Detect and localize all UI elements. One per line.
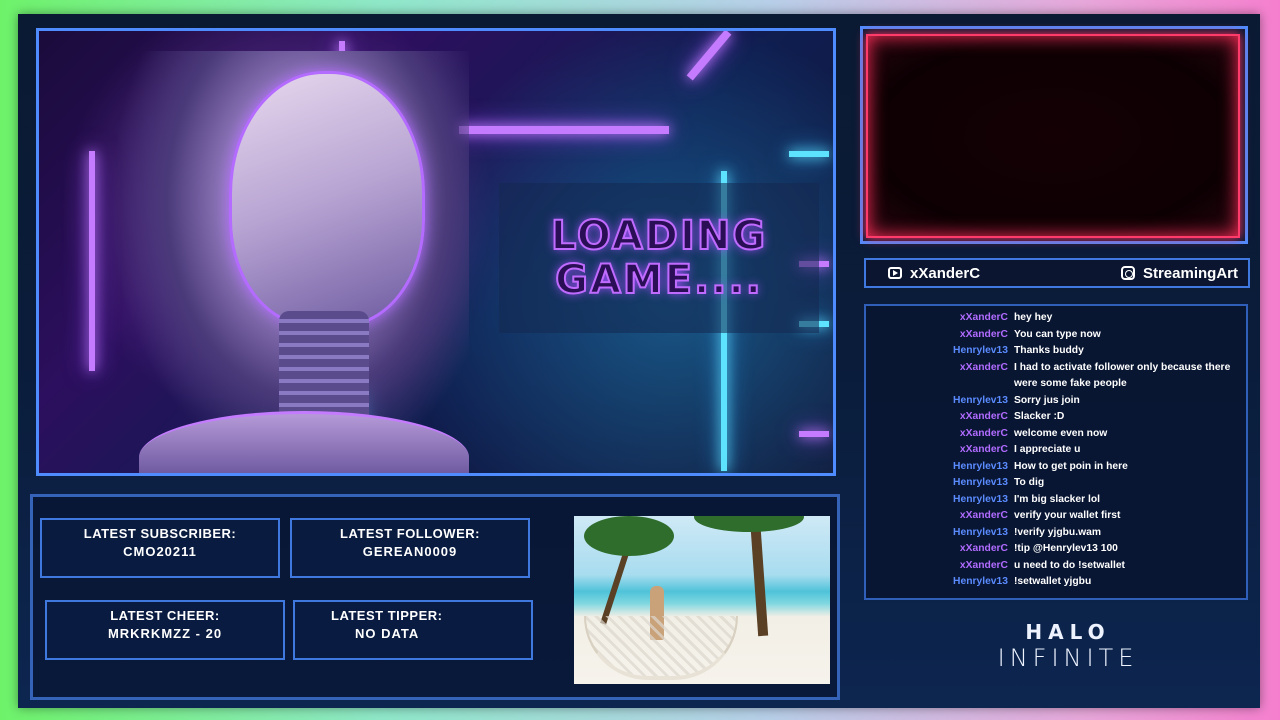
latest-tipper-value: NO DATA: [355, 626, 420, 641]
latest-follower-box: LATEST FOLLOWER: GEREAN0009: [290, 518, 530, 578]
chat-username[interactable]: Henrylev13: [872, 475, 1014, 492]
youtube-name: xXanderC: [910, 264, 981, 282]
chat-username[interactable]: xXanderC: [872, 360, 1014, 393]
chat-text: !verify yjgbu.wam: [1014, 526, 1101, 538]
webcam-area: [866, 34, 1240, 238]
palm-leaves: [584, 516, 674, 556]
youtube-handle[interactable]: xXanderC: [888, 265, 980, 282]
chat-text: Sorry jus join: [1014, 394, 1080, 406]
loading-title: LOADING: [550, 213, 768, 259]
logo-line-1: HALO: [1025, 620, 1111, 644]
chat-message: xXanderC Slacker :D: [872, 409, 1240, 426]
chat-username[interactable]: xXanderC: [872, 426, 1014, 443]
chat-text: I'm big slacker lol: [1014, 493, 1101, 505]
beach-photo: [574, 516, 830, 684]
chat-message: xXanderC verify your wallet first: [872, 508, 1240, 525]
chat-message: xXanderC welcome even now: [872, 426, 1240, 443]
chat-text: hey hey: [1014, 312, 1053, 323]
chat-text: verify your wallet first: [1014, 510, 1121, 521]
youtube-icon: [888, 267, 902, 279]
chat-message: xXanderC u need to do !setwallet: [872, 558, 1240, 575]
chat-username[interactable]: xXanderC: [872, 409, 1014, 426]
latest-follower-label: LATEST FOLLOWER:: [340, 526, 480, 541]
halo-infinite-logo: HALO INFINITE: [968, 620, 1168, 672]
cyborg-character: [109, 51, 469, 473]
neon-bar: [686, 31, 732, 81]
chat-message: xXanderC hey hey: [872, 310, 1240, 327]
chat-username[interactable]: xXanderC: [872, 310, 1014, 327]
chat-text: How to get poin in here: [1014, 460, 1128, 472]
chat-text: Slacker :D: [1014, 411, 1065, 422]
latest-subscriber-label: LATEST SUBSCRIBER:: [83, 526, 237, 541]
latest-cheer-box: LATEST CHEER: MRKRKMZZ - 20: [45, 600, 285, 660]
chat-text: welcome even now: [1014, 427, 1108, 439]
chat-username[interactable]: Henrylev13: [872, 525, 1014, 542]
chat-text: u need to do !setwallet: [1014, 559, 1125, 571]
latest-tipper-label: LATEST TIPPER:: [331, 608, 443, 623]
chat-text: You can type now: [1014, 328, 1101, 340]
chat-text: I had to activate follower only because …: [1014, 361, 1231, 390]
instagram-handle[interactable]: StreamingArt: [1120, 264, 1238, 282]
loading-subtitle: GAME....: [554, 257, 763, 303]
chat-message: Henrylev13 Thanks buddy: [872, 343, 1240, 360]
chat-username[interactable]: Henrylev13: [872, 574, 1014, 591]
chat-username[interactable]: xXanderC: [872, 508, 1014, 525]
chat-username[interactable]: xXanderC: [872, 327, 1014, 344]
chat-message: xXanderC I appreciate u: [872, 442, 1240, 459]
chat-text: Thanks buddy: [1014, 345, 1084, 356]
chat-message: Henrylev13 I'm big slacker lol: [872, 492, 1240, 509]
chat-username[interactable]: Henrylev13: [872, 459, 1014, 476]
chat-username[interactable]: Henrylev13: [872, 492, 1014, 509]
loading-panel: LOADING GAME....: [499, 183, 819, 333]
chat-username[interactable]: Henrylev13: [872, 343, 1014, 360]
latest-subscriber-value: CMO20211: [123, 544, 197, 559]
neon-bar: [459, 126, 669, 134]
chat-message: Henrylev13 How to get poin in here: [872, 459, 1240, 476]
instagram-name: StreamingArt: [1142, 264, 1238, 282]
chat-message: Henrylev13 Sorry jus join: [872, 393, 1240, 410]
logo-line-2: INFINITE: [997, 644, 1139, 672]
chat-message: xXanderC !tip @Henrylev13 100: [872, 541, 1240, 558]
chat-username[interactable]: Henrylev13: [872, 393, 1014, 410]
social-bar: xXanderC StreamingArt: [864, 258, 1250, 288]
chat-username[interactable]: xXanderC: [872, 541, 1014, 558]
latest-cheer-label: LATEST CHEER:: [110, 608, 220, 623]
neon-bar: [799, 431, 829, 437]
neon-bar: [89, 151, 95, 371]
latest-subscriber-box: LATEST SUBSCRIBER: CMO20211: [40, 518, 280, 578]
instagram-icon: [1120, 266, 1135, 280]
chat-message: xXanderC You can type now: [872, 327, 1240, 344]
cyborg-shoulders: [139, 411, 469, 473]
neon-bar: [789, 151, 829, 157]
chat-message: Henrylev13 !setwallet yjgbu: [872, 574, 1240, 591]
chat-text: !tip @Henrylev13 100: [1014, 543, 1118, 554]
game-capture: LOADING GAME....: [36, 28, 836, 476]
chat-text: I appreciate u: [1014, 444, 1081, 455]
chat-text: !setwallet yjgbu: [1014, 576, 1092, 587]
palm-trunk: [749, 516, 769, 637]
chat-username[interactable]: xXanderC: [872, 442, 1014, 459]
chat-message: Henrylev13 To dig: [872, 475, 1240, 492]
latest-cheer-value: MRKRKMZZ - 20: [107, 626, 223, 641]
chat-message: xXanderC I had to activate follower only …: [872, 360, 1240, 393]
chat-username[interactable]: xXanderC: [872, 558, 1014, 575]
latest-tipper-box: LATEST TIPPER: NO DATA: [293, 600, 533, 660]
cyborg-head: [229, 71, 425, 327]
chat-message: Henrylev13 !verify yjgbu.wam: [872, 525, 1240, 542]
latest-follower-value: GEREAN0009: [362, 544, 458, 559]
hammock: [584, 616, 738, 680]
palm-leaves: [694, 516, 804, 532]
chat-text: To dig: [1014, 477, 1045, 488]
chat-box[interactable]: xXanderC hey hey xXanderC You can type now H…: [864, 304, 1248, 600]
